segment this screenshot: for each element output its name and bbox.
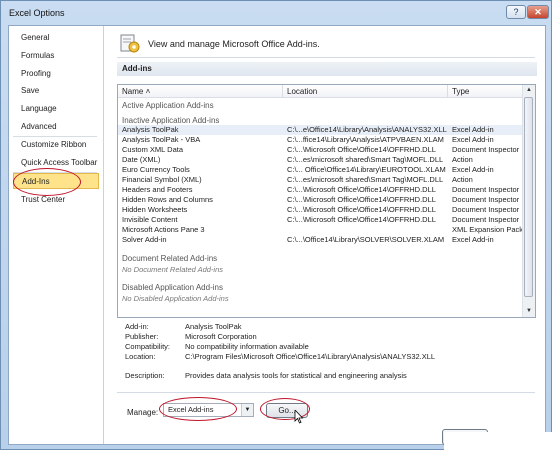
cropped-area bbox=[444, 432, 554, 452]
sidebar-item-quick-access-toolbar[interactable]: Quick Access Toolbar bbox=[13, 155, 99, 171]
dialog-content: General Formulas Proofing Save Language … bbox=[8, 25, 546, 445]
table-row[interactable]: Microsoft Actions Pane 3 XML Expansion Pa… bbox=[118, 225, 523, 235]
table-row[interactable]: Financial Symbol (XML) C:\...es\microsoft… bbox=[118, 175, 522, 185]
table-row[interactable]: Analysis ToolPak - VBA C:\...ffice14\Libr… bbox=[118, 135, 522, 145]
manage-divider bbox=[117, 392, 535, 393]
scrollbar-thumb[interactable] bbox=[524, 97, 533, 297]
section-title: Add-ins bbox=[117, 62, 537, 76]
detail-addin-label: Add-in: bbox=[125, 322, 149, 331]
sidebar-item-save[interactable]: Save bbox=[13, 83, 99, 99]
title-bar[interactable]: Excel Options ? ✕ bbox=[1, 1, 553, 25]
scroll-down-arrow-icon[interactable]: ▼ bbox=[523, 306, 535, 317]
add-ins-panel: View and manage Microsoft Office Add-ins… bbox=[105, 26, 545, 444]
table-row[interactable]: Invisible Content C:\...\Microsoft Office… bbox=[118, 215, 522, 225]
mouse-pointer-icon bbox=[294, 410, 304, 424]
detail-description-value: Provides data analysis tools for statist… bbox=[185, 371, 407, 380]
chevron-down-icon[interactable]: ▼ bbox=[241, 404, 253, 416]
sort-arrow-icon: ˄ bbox=[145, 87, 151, 96]
manage-select[interactable]: Excel Add-ins ▼ bbox=[163, 403, 254, 417]
detail-location-value: C:\Program Files\Microsoft Office\Office… bbox=[185, 352, 436, 361]
close-button[interactable]: ✕ bbox=[527, 5, 549, 19]
empty-group-note: No Disabled Application Add-ins bbox=[122, 294, 229, 303]
sidebar-item-formulas[interactable]: Formulas bbox=[13, 48, 99, 64]
detail-description-label: Description: bbox=[125, 371, 165, 380]
detail-publisher-value: Microsoft Corporation bbox=[185, 332, 257, 341]
detail-addin-value: Analysis ToolPak bbox=[185, 322, 242, 331]
column-header-location[interactable]: Location bbox=[283, 85, 448, 98]
group-active: Active Application Add-ins bbox=[122, 101, 214, 110]
detail-publisher-label: Publisher: bbox=[125, 332, 159, 341]
sidebar-item-customize-ribbon[interactable]: Customize Ribbon bbox=[13, 137, 99, 153]
sidebar-item-language[interactable]: Language bbox=[13, 101, 99, 117]
window-title: Excel Options bbox=[9, 8, 65, 18]
table-row[interactable]: Euro Currency Tools C:\... Office\Office1… bbox=[118, 165, 522, 175]
column-header-type[interactable]: Type bbox=[448, 85, 523, 98]
page-header: View and manage Microsoft Office Add-ins… bbox=[148, 39, 320, 49]
table-row[interactable]: Headers and Footers C:\...\Microsoft Offi… bbox=[118, 185, 522, 195]
list-scrollbar[interactable]: ▲ ▼ bbox=[522, 85, 535, 317]
empty-group-note: No Document Related Add-ins bbox=[122, 265, 224, 274]
help-button[interactable]: ? bbox=[506, 5, 526, 19]
options-sidebar: General Formulas Proofing Save Language … bbox=[9, 26, 104, 444]
group-document-related: Document Related Add-ins bbox=[122, 254, 218, 263]
sidebar-item-add-ins[interactable]: Add-Ins bbox=[13, 173, 99, 189]
table-row[interactable]: Solver Add-in C:\...\Office14\Library\SOL… bbox=[118, 235, 522, 245]
sidebar-item-general[interactable]: General bbox=[13, 30, 99, 46]
manage-select-value: Excel Add-ins bbox=[168, 405, 214, 414]
detail-compatibility-value: No compatibility information available bbox=[185, 342, 309, 351]
header-divider bbox=[117, 57, 535, 58]
detail-location-label: Location: bbox=[125, 352, 156, 361]
sidebar-item-trust-center[interactable]: Trust Center bbox=[13, 192, 99, 208]
table-row[interactable]: Hidden Rows and Columns C:\...\Microsoft … bbox=[118, 195, 522, 205]
table-row[interactable]: Date (XML) C:\...es\microsoft shared\Smar… bbox=[118, 155, 522, 165]
table-row[interactable]: Hidden Worksheets C:\...\Microsoft Office… bbox=[118, 205, 522, 215]
sidebar-item-proofing[interactable]: Proofing bbox=[13, 66, 99, 82]
sidebar-item-advanced[interactable]: Advanced bbox=[13, 119, 99, 135]
scroll-up-arrow-icon[interactable]: ▲ bbox=[523, 85, 535, 96]
add-ins-gear-icon bbox=[120, 34, 140, 53]
add-ins-list[interactable]: Name ˄ Location Type Active Application … bbox=[117, 84, 536, 318]
column-header-name[interactable]: Name ˄ bbox=[118, 85, 283, 98]
manage-label: Manage: bbox=[127, 408, 159, 417]
detail-compatibility-label: Compatibility: bbox=[125, 342, 171, 351]
excel-options-window: Excel Options ? ✕ General Formulas Proof… bbox=[0, 0, 552, 450]
table-row[interactable]: Analysis ToolPak C:\...e\Office14\Library… bbox=[118, 125, 522, 135]
group-disabled: Disabled Application Add-ins bbox=[122, 283, 223, 292]
table-row[interactable]: Custom XML Data C:\...\Microsoft Office\O… bbox=[118, 145, 522, 155]
group-inactive: Inactive Application Add-ins bbox=[122, 116, 220, 125]
